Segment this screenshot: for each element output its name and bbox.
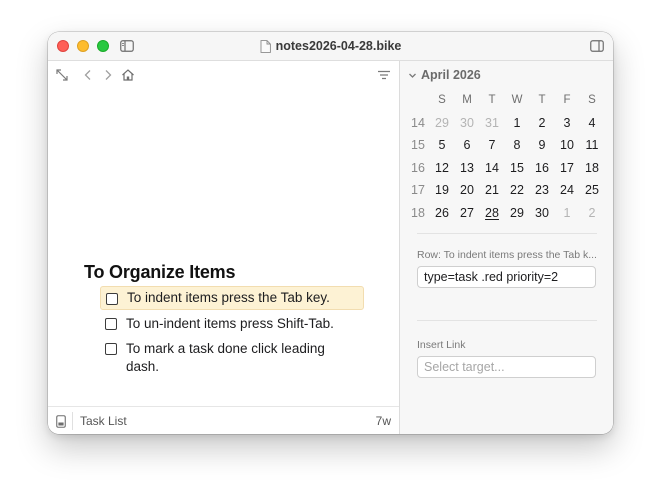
- calendar-day[interactable]: 20: [455, 181, 479, 199]
- section-divider: [417, 320, 597, 321]
- weekday-header: W: [511, 94, 523, 106]
- row-text-line-2: dash.: [126, 359, 160, 374]
- row-text: To indent items press the Tab key.: [127, 290, 330, 305]
- weekday-header: S: [588, 94, 596, 106]
- weekday-header: F: [563, 94, 571, 106]
- calendar-week-row: 16 12 13 14 15 16 17 18: [406, 159, 608, 182]
- phone-icon[interactable]: [56, 415, 66, 428]
- calendar-day[interactable]: 25: [580, 181, 604, 199]
- minimize-window-button[interactable]: [77, 40, 89, 52]
- row-attributes-input[interactable]: [417, 266, 596, 288]
- editor-pane: To Organize Items To indent items press …: [48, 61, 399, 434]
- calendar-day[interactable]: 13: [455, 159, 479, 177]
- calendar-grid: S M T W T F S 14 29 30 31 1 2 3 4 15 5 6 7 8 9 10 11 16 12 13 14 15…: [406, 91, 608, 227]
- maximize-window-button[interactable]: [97, 40, 109, 52]
- calendar-day[interactable]: 30: [530, 204, 554, 222]
- outline-heading[interactable]: To Organize Items: [84, 262, 235, 283]
- calendar-week-row: 15 5 6 7 8 9 10 11: [406, 136, 608, 159]
- calendar-day[interactable]: 6: [455, 136, 479, 154]
- calendar-day[interactable]: 23: [530, 181, 554, 199]
- calendar-day[interactable]: 22: [505, 181, 529, 199]
- calendar-day[interactable]: 2: [530, 114, 554, 132]
- chevron-left-icon[interactable]: [81, 68, 95, 82]
- week-number: 14: [411, 115, 425, 130]
- row-attributes-label: Row: To indent items press the Tab k...: [417, 249, 597, 261]
- insert-link-label: Insert Link: [417, 339, 466, 351]
- calendar-day[interactable]: 29: [430, 114, 454, 132]
- outline-row[interactable]: To indent items press the Tab key.: [100, 286, 364, 310]
- app-window: notes2026-04-28.bike To Organize Items T…: [48, 32, 613, 434]
- calendar-day[interactable]: 4: [580, 114, 604, 132]
- document-icon: [260, 39, 271, 53]
- calendar-day[interactable]: 30: [455, 114, 479, 132]
- expand-arrows-icon[interactable]: [55, 68, 69, 82]
- calendar-day[interactable]: 29: [505, 204, 529, 222]
- calendar-day[interactable]: 28: [480, 204, 504, 222]
- row-text-line-1: To mark a task done click leading: [126, 341, 325, 356]
- filter-lines-icon[interactable]: [377, 68, 391, 82]
- weekday-header: S: [438, 94, 446, 106]
- word-count: 7w: [375, 414, 391, 428]
- status-bar: Task List 7w: [48, 406, 399, 434]
- task-checkbox[interactable]: [105, 343, 117, 355]
- title-bar: notes2026-04-28.bike: [48, 32, 613, 61]
- calendar-month: April 2026: [421, 68, 481, 82]
- calendar-day[interactable]: 7: [480, 136, 504, 154]
- calendar-day[interactable]: 14: [480, 159, 504, 177]
- sidebar-icon[interactable]: [120, 39, 134, 53]
- window-title-text: notes2026-04-28.bike: [275, 39, 402, 53]
- outline-row[interactable]: To un-indent items press Shift-Tab.: [100, 313, 364, 335]
- home-icon[interactable]: [121, 68, 135, 82]
- calendar-day[interactable]: 9: [530, 136, 554, 154]
- week-number: 18: [411, 205, 425, 220]
- calendar-day[interactable]: 8: [505, 136, 529, 154]
- task-checkbox[interactable]: [105, 318, 117, 330]
- calendar-day[interactable]: 24: [555, 181, 579, 199]
- editor-toolbar: [48, 61, 399, 89]
- status-mode-label[interactable]: Task List: [80, 414, 127, 428]
- outline-row[interactable]: To mark a task done click leading dash.: [100, 338, 364, 378]
- week-number: 15: [411, 138, 425, 153]
- weekday-header: T: [488, 94, 496, 106]
- calendar-day[interactable]: 26: [430, 204, 454, 222]
- calendar-day[interactable]: 10: [555, 136, 579, 154]
- week-number: 17: [411, 183, 425, 198]
- calendar-day[interactable]: 31: [480, 114, 504, 132]
- inspector-pane: April 2026 S M T W T F S 14 29 30 31 1 2 3 4 15 5 6 7 8 9 10 1…: [400, 61, 613, 434]
- chevron-down-icon[interactable]: [408, 71, 417, 80]
- calendar-day[interactable]: 15: [505, 159, 529, 177]
- calendar-day[interactable]: 1: [505, 114, 529, 132]
- insert-link-input[interactable]: [417, 356, 596, 378]
- calendar-day[interactable]: 17: [555, 159, 579, 177]
- weekday-header: M: [462, 94, 472, 106]
- calendar-day[interactable]: 21: [480, 181, 504, 199]
- calendar-day[interactable]: 12: [430, 159, 454, 177]
- calendar-day[interactable]: 16: [530, 159, 554, 177]
- calendar-day[interactable]: 19: [430, 181, 454, 199]
- calendar-week-row: 14 29 30 31 1 2 3 4: [406, 114, 608, 137]
- calendar-header[interactable]: April 2026: [408, 68, 481, 82]
- status-separator: [72, 412, 73, 430]
- calendar-day[interactable]: 11: [580, 136, 604, 154]
- close-window-button[interactable]: [57, 40, 69, 52]
- weekday-header: T: [538, 94, 546, 106]
- calendar-day[interactable]: 2: [580, 204, 604, 222]
- calendar-day[interactable]: 1: [555, 204, 579, 222]
- calendar-day[interactable]: 5: [430, 136, 454, 154]
- row-text: To un-indent items press Shift-Tab.: [126, 316, 334, 331]
- calendar-day[interactable]: 3: [555, 114, 579, 132]
- calendar-day[interactable]: 27: [455, 204, 479, 222]
- inspector-icon[interactable]: [590, 39, 604, 53]
- calendar-day[interactable]: 18: [580, 159, 604, 177]
- calendar-week-row: 18 26 27 28 29 30 1 2: [406, 204, 608, 227]
- week-number: 16: [411, 160, 425, 175]
- calendar-week-row: 17 19 20 21 22 23 24 25: [406, 181, 608, 204]
- task-checkbox[interactable]: [106, 293, 118, 305]
- section-divider: [417, 233, 597, 234]
- calendar-weekday-row: SMTWTFS: [406, 91, 608, 114]
- chevron-right-icon[interactable]: [101, 68, 115, 82]
